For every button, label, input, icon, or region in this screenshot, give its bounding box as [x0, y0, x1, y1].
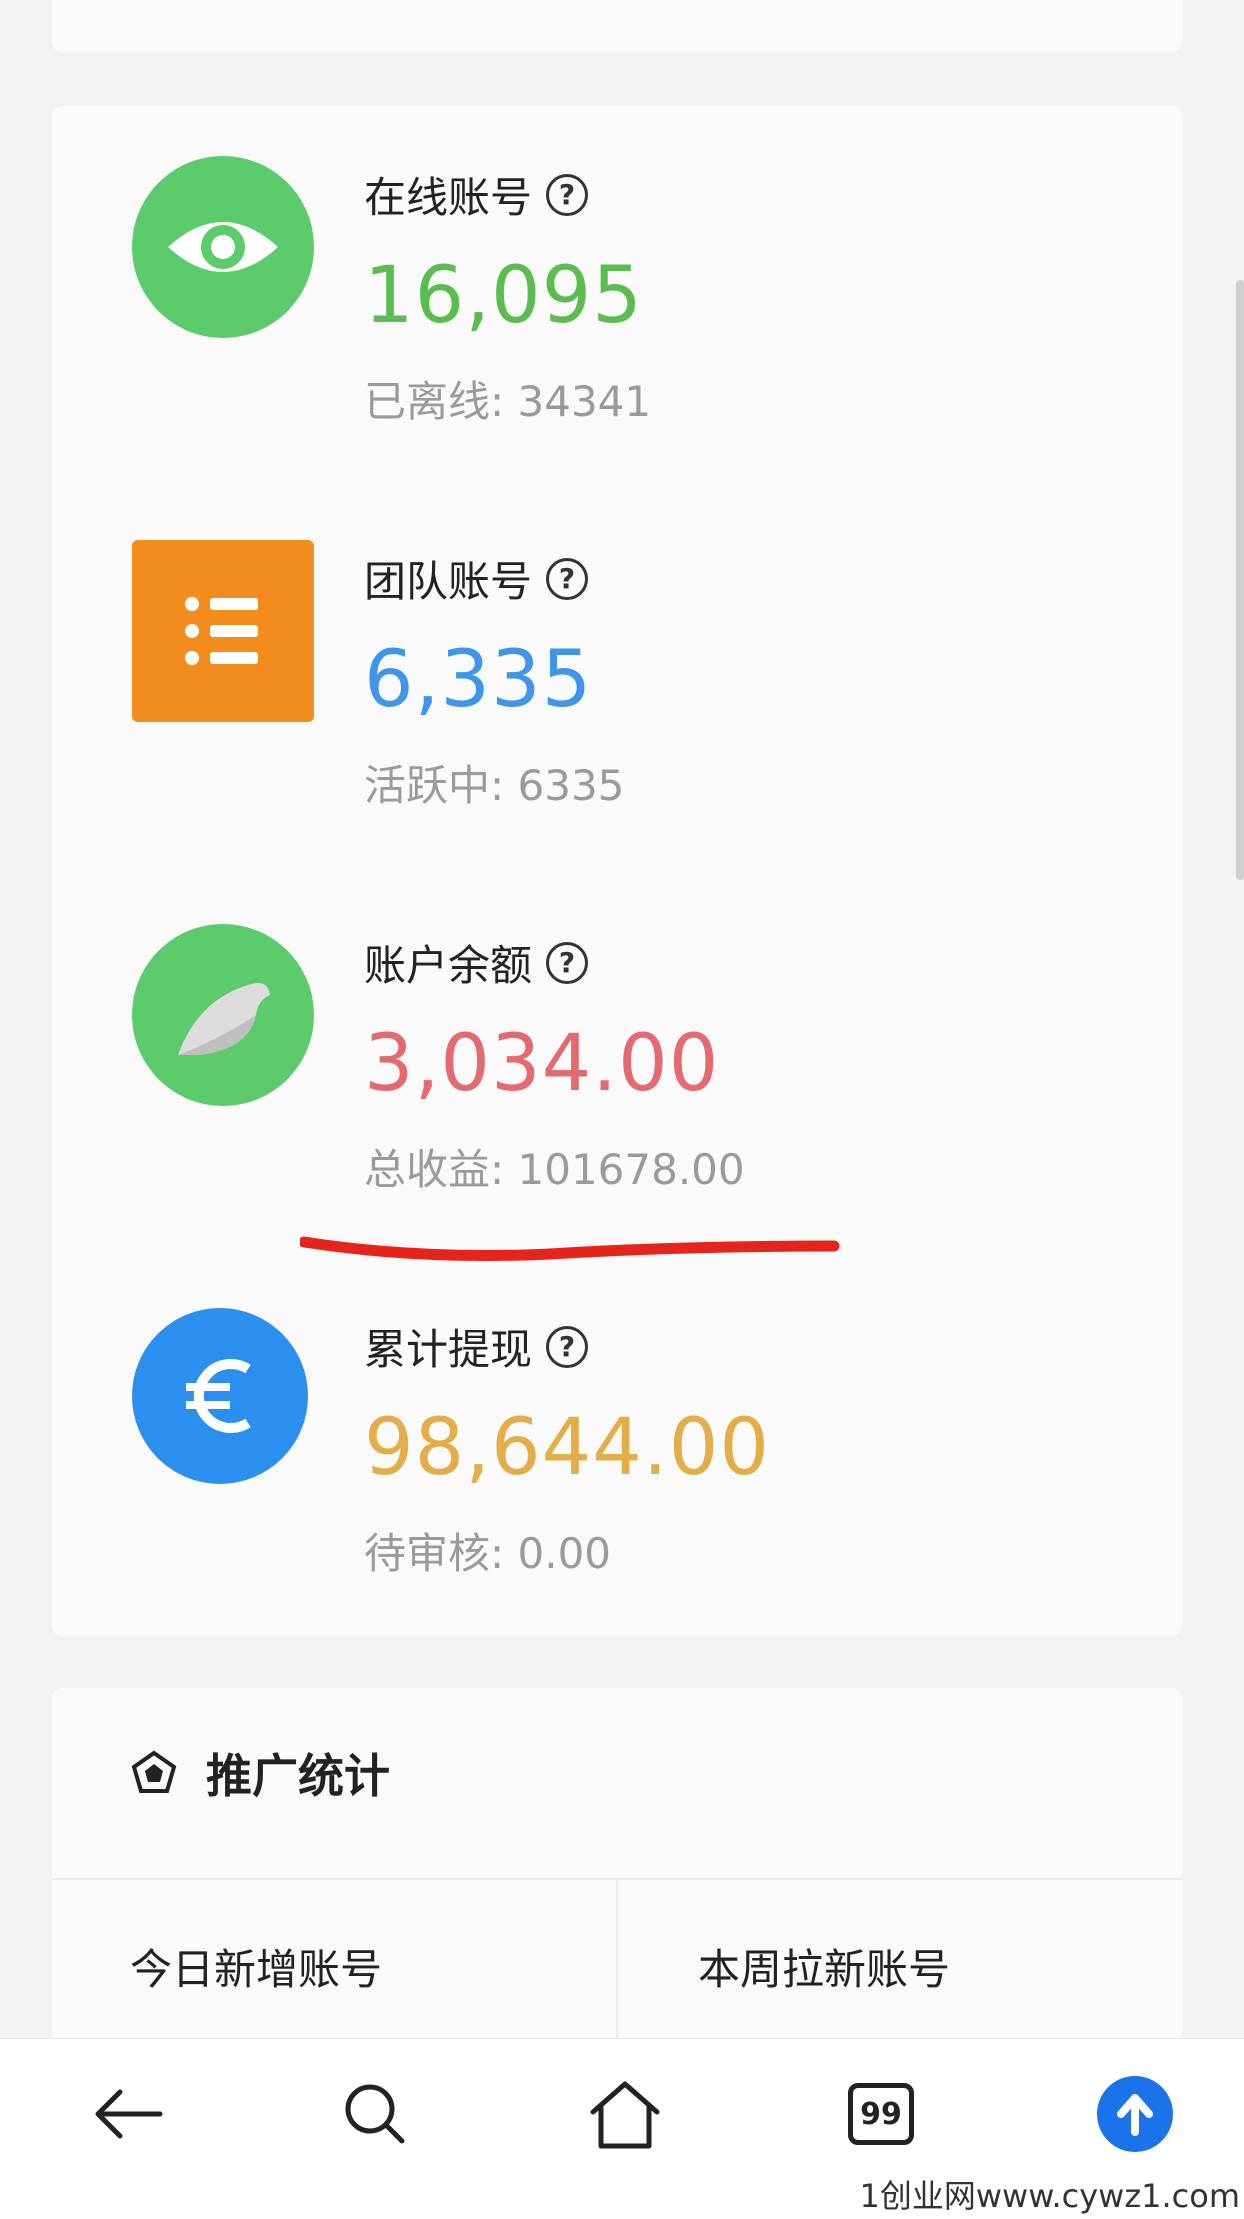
promo-title: 推广统计	[130, 1740, 390, 1806]
stat-label: 在线账号 ?	[364, 164, 589, 225]
stat-label: 账户余额 ?	[364, 932, 589, 993]
stat-value: 98,644.00	[364, 1403, 770, 1493]
stat-label: 团队账号 ?	[364, 548, 589, 609]
help-icon[interactable]: ?	[546, 173, 589, 216]
pentagon-chart-icon	[131, 1750, 177, 1793]
stat-label: 累计提现 ?	[364, 1316, 589, 1377]
help-icon[interactable]: ?	[546, 941, 589, 984]
bottom-nav: 99 1创业网www.cywz1.com	[0, 2038, 1244, 2219]
euro-icon	[132, 1308, 308, 1484]
bird-icon	[132, 924, 314, 1106]
tabs-icon[interactable]: 99	[836, 2069, 926, 2159]
red-underline-annotation	[300, 1236, 840, 1261]
watermark: 1创业网www.cywz1.com	[859, 2177, 1241, 2215]
home-icon[interactable]	[580, 2069, 670, 2159]
stat-value: 6,335	[364, 635, 593, 725]
stat-total-withdrawn[interactable]: 累计提现 ? 98,644.00 待审核: 0.00	[52, 1258, 1182, 1578]
scrollbar[interactable]	[1236, 280, 1244, 880]
stat-value: 16,095	[364, 251, 643, 341]
stat-sub: 总收益: 101678.00	[364, 1145, 745, 1194]
stats-card: 在线账号 ? 16,095 已离线: 34341 团队账号 ? 6,335 活跃…	[52, 106, 1182, 1636]
stat-sub: 待审核: 0.00	[364, 1529, 612, 1578]
week-new-accounts-label[interactable]: 本周拉新账号	[698, 1936, 950, 1997]
eye-icon	[132, 156, 314, 338]
list-icon	[132, 540, 314, 722]
stat-sub: 活跃中: 6335	[364, 761, 625, 810]
stat-sub: 已离线: 34341	[364, 377, 652, 426]
back-arrow-icon[interactable]	[82, 2069, 172, 2159]
tabs-count-badge: 99	[848, 2083, 914, 2145]
help-icon[interactable]: ?	[546, 1325, 589, 1368]
search-icon[interactable]	[330, 2069, 420, 2159]
stat-account-balance[interactable]: 账户余额 ? 3,034.00 总收益: 101678.00	[52, 874, 1182, 1194]
stat-online-accounts[interactable]: 在线账号 ? 16,095 已离线: 34341	[52, 106, 1182, 426]
help-icon[interactable]: ?	[546, 557, 589, 600]
stat-team-accounts[interactable]: 团队账号 ? 6,335 活跃中: 6335	[52, 490, 1182, 810]
today-new-accounts-label[interactable]: 今日新增账号	[130, 1936, 382, 1997]
upload-icon[interactable]	[1090, 2069, 1180, 2159]
stat-value: 3,034.00	[364, 1019, 720, 1109]
top-card	[52, 0, 1182, 52]
